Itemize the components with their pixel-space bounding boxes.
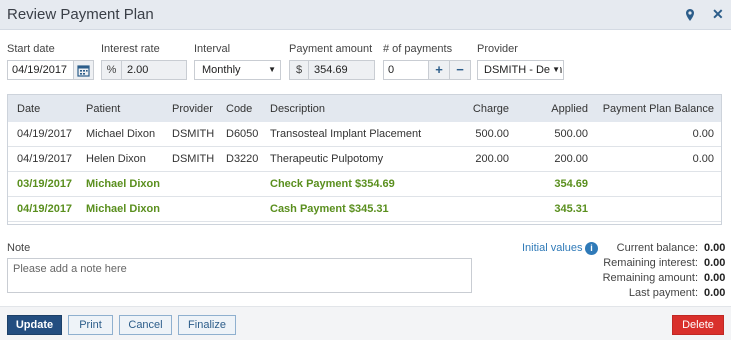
current-balance-label: Current balance: <box>616 242 698 254</box>
cell-description: Cash Payment $345.31 <box>270 203 389 215</box>
calendar-icon[interactable] <box>73 60 94 80</box>
cell-patient: Michael Dixon <box>86 128 156 140</box>
start-date-input[interactable]: 04/19/2017 <box>7 60 74 80</box>
cell-balance: 0.00 <box>692 128 714 140</box>
table-row[interactable]: 04/19/2017 Helen Dixon DSMITH D3220 Ther… <box>8 147 721 172</box>
cell-date: 04/19/2017 <box>17 203 73 215</box>
cell-provider: DSMITH <box>172 153 215 165</box>
cell-applied: 345.31 <box>554 203 588 215</box>
remaining-interest-label: Remaining interest: <box>603 257 698 269</box>
cell-patient: Helen Dixon <box>86 153 146 165</box>
cell-date: 04/19/2017 <box>17 128 73 140</box>
start-date-label: Start date <box>7 43 55 55</box>
cell-description: Therapeutic Pulpotomy <box>270 153 384 165</box>
interval-label: Interval <box>194 43 231 55</box>
header-charge: Charge <box>472 103 509 115</box>
dialog-title: Review Payment Plan <box>7 6 154 23</box>
num-payments-label: # of payments <box>383 43 453 55</box>
cell-patient: Michael Dixon <box>86 178 160 190</box>
close-icon[interactable]: ✕ <box>712 6 724 22</box>
header-balance: Payment Plan Balance <box>602 103 714 115</box>
header-applied: Applied <box>551 103 588 115</box>
decrement-button[interactable]: − <box>449 60 471 80</box>
cell-description: Check Payment $354.69 <box>270 178 395 190</box>
cell-date: 03/19/2017 <box>17 178 73 190</box>
map-pin-icon[interactable] <box>684 8 696 22</box>
increment-button[interactable]: + <box>428 60 450 80</box>
remaining-interest-value: 0.00 <box>704 257 726 269</box>
cell-provider: DSMITH <box>172 128 215 140</box>
cell-code: D6050 <box>226 128 259 140</box>
cell-charge: 200.00 <box>475 153 509 165</box>
dollar-addon: $ <box>289 60 309 80</box>
cell-applied: 354.69 <box>554 178 588 190</box>
cell-applied: 200.00 <box>554 153 588 165</box>
last-payment-value: 0.00 <box>704 287 726 299</box>
cell-balance: 0.00 <box>692 153 714 165</box>
percent-addon: % <box>101 60 122 80</box>
header-code: Code <box>226 103 253 115</box>
cell-charge: 500.00 <box>475 128 509 140</box>
print-button[interactable]: Print <box>68 315 113 335</box>
interest-rate-label: Interest rate <box>101 43 160 55</box>
header-date: Date <box>17 103 41 115</box>
cell-applied: 500.00 <box>554 128 588 140</box>
provider-label: Provider <box>477 43 518 55</box>
chevron-down-icon: ▼ <box>550 61 560 79</box>
payment-plan-table: Date Patient Provider Code Description C… <box>7 94 722 225</box>
initial-values-link[interactable]: Initial values <box>522 242 583 254</box>
delete-button[interactable]: Delete <box>672 315 724 335</box>
payment-amount-label: Payment amount <box>289 43 373 55</box>
cell-patient: Michael Dixon <box>86 203 160 215</box>
cell-description: Transosteal Implant Placement <box>270 128 422 140</box>
interval-value: Monthly <box>202 64 241 76</box>
remaining-amount-label: Remaining amount: <box>602 272 698 284</box>
cancel-button[interactable]: Cancel <box>119 315 172 335</box>
table-row[interactable]: 03/19/2017 Michael Dixon Check Payment $… <box>8 172 721 197</box>
cell-code: D3220 <box>226 153 259 165</box>
interest-rate-input[interactable]: 2.00 <box>121 60 187 80</box>
last-payment-label: Last payment: <box>628 287 698 299</box>
table-row[interactable]: 04/19/2017 Michael Dixon Cash Payment $3… <box>8 197 721 222</box>
header-description: Description <box>270 103 326 115</box>
chevron-down-icon: ▼ <box>268 65 276 74</box>
note-label: Note <box>7 242 31 254</box>
remaining-amount-value: 0.00 <box>704 272 726 284</box>
interval-select[interactable]: Monthly ▼ <box>194 60 281 80</box>
title-bar: Review Payment Plan ✕ <box>0 0 731 30</box>
provider-select[interactable]: DSMITH - Denn ▼ <box>477 60 564 80</box>
header-provider: Provider <box>172 103 213 115</box>
current-balance-value: 0.00 <box>704 242 726 254</box>
update-button[interactable]: Update <box>7 315 62 335</box>
cell-date: 04/19/2017 <box>17 153 73 165</box>
finalize-button[interactable]: Finalize <box>178 315 236 335</box>
payment-amount-input[interactable]: 354.69 <box>308 60 375 80</box>
table-row[interactable]: 04/19/2017 Michael Dixon DSMITH D6050 Tr… <box>8 122 721 147</box>
table-header: Date Patient Provider Code Description C… <box>8 95 721 122</box>
header-patient: Patient <box>86 103 121 115</box>
num-payments-input[interactable]: 0 <box>383 60 429 80</box>
note-textarea[interactable] <box>7 258 472 293</box>
